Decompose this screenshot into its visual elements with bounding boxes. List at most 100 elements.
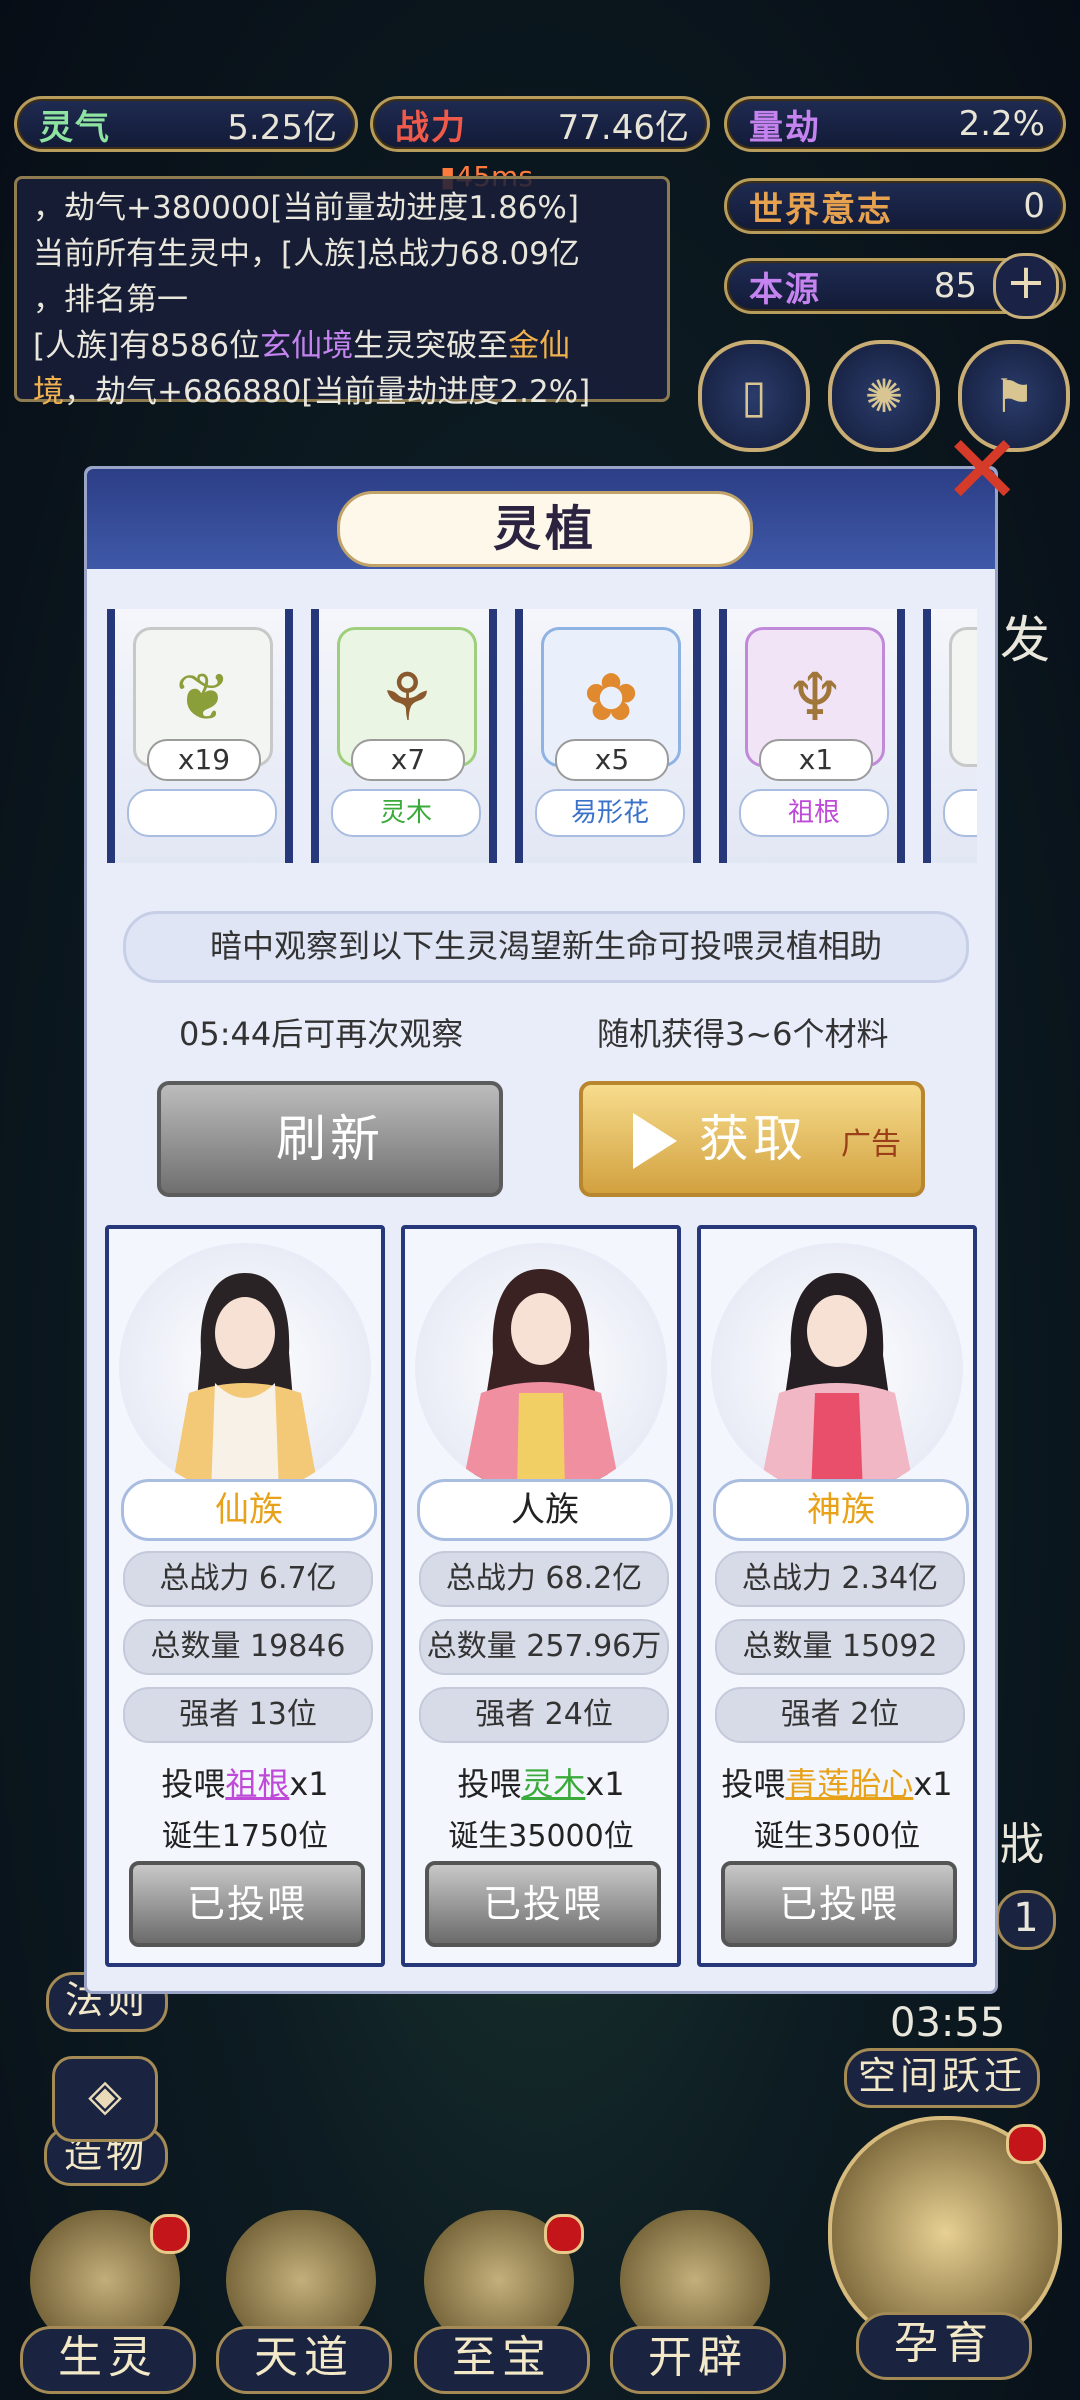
- get-ad-button[interactable]: 获取 广告: [579, 1081, 925, 1197]
- log-highlight: 境: [33, 374, 64, 410]
- plant-name: 灵木: [331, 789, 481, 837]
- log-text: [人族]有8586位: [33, 328, 261, 364]
- born-count: 诞生35000位: [448, 1819, 634, 1854]
- ad-label: 广告: [841, 1127, 901, 1162]
- fed-button[interactable]: 已投喂: [129, 1861, 365, 1947]
- vortex-icon: ✺: [864, 369, 904, 423]
- nav-yunyu-button[interactable]: 孕育: [818, 2116, 1064, 2380]
- race-name: 人族: [417, 1479, 673, 1541]
- zhanli-stat: 战力 77.46亿: [370, 96, 710, 152]
- liangjie-label: 量劫: [749, 107, 821, 148]
- plant-item[interactable]: ❀ 青: [923, 609, 977, 863]
- strong-rank: 强者 2位: [715, 1687, 965, 1743]
- get-label: 获取: [699, 1110, 807, 1168]
- total-count: 总数量 15092: [715, 1619, 965, 1675]
- total-power: 总战力 68.2亿: [419, 1551, 669, 1607]
- zao-wu-icon: ◈: [52, 2056, 158, 2142]
- benyuan-value: 85: [933, 266, 977, 306]
- liangjie-value: 2.2%: [958, 104, 1045, 144]
- observe-notice: 暗中观察到以下生灵渴望新生命可投喂灵植相助: [123, 911, 969, 983]
- plant-item[interactable]: ✿ x5 易形花: [515, 609, 701, 863]
- space-jump-button[interactable]: 空间跃迁: [844, 2048, 1040, 2108]
- plant-inventory: ❦ x19 芥草 ⚘ x7 灵木 ✿ x5 易形花 ♆ x1 祖根 ❀ 青: [107, 609, 977, 871]
- log-line: ，排名第一: [33, 282, 188, 318]
- notification-dot: [150, 2214, 190, 2254]
- observe-timer: 05:44后可再次观察: [179, 1015, 464, 1053]
- feed-suffix: x1: [585, 1765, 625, 1803]
- log-line: 境，劫气+686880[当前量劫进度2.2%]: [33, 369, 651, 415]
- feed-info: 投喂祖根x1: [109, 1759, 381, 1805]
- plant-item[interactable]: ♆ x1 祖根: [719, 609, 905, 863]
- log-highlight: 玄仙境: [260, 328, 354, 364]
- feed-suffix: x1: [913, 1765, 953, 1803]
- plant-count: x5: [555, 739, 669, 781]
- nav-shengling-button[interactable]: 生灵: [20, 2210, 196, 2394]
- log-line: 当前所有生灵中，[人族]总战力68.09亿: [33, 236, 580, 272]
- total-power: 总战力 6.7亿: [123, 1551, 373, 1607]
- plant-name: 青: [943, 789, 977, 837]
- strong-rank: 强者 13位: [123, 1687, 373, 1743]
- refresh-button[interactable]: 刷新: [157, 1081, 503, 1197]
- benyuan-stat: 本源 85 +: [724, 253, 1066, 319]
- scroll-icon-button[interactable]: ▯: [698, 340, 810, 452]
- race-card: 仙族 总战力 6.7亿 总数量 19846 强者 13位 投喂祖根x1 诞生17…: [105, 1225, 385, 1967]
- nav-label: 生灵: [20, 2326, 196, 2394]
- plant-name: 易形花: [535, 789, 685, 837]
- renzu-portrait: [415, 1243, 667, 1493]
- lingqi-value: 5.25亿: [227, 107, 337, 148]
- feed-item: 祖根: [225, 1765, 290, 1803]
- feed-suffix: x1: [289, 1765, 329, 1803]
- scroll-icon: ▯: [741, 369, 767, 423]
- race-name: 神族: [713, 1479, 969, 1541]
- plant-count: x19: [147, 739, 261, 781]
- shijie-label: 世界意志: [749, 189, 893, 230]
- notification-dot: [1006, 2124, 1046, 2164]
- lotus-icon: ❀: [949, 627, 977, 767]
- feed-info: 投喂灵木x1: [405, 1759, 677, 1805]
- vortex-icon-button[interactable]: ✺: [828, 340, 940, 452]
- log-line: [人族]有8586位玄仙境生灵突破至金仙: [33, 323, 651, 369]
- nav-zhibao-button[interactable]: 至宝: [414, 2210, 590, 2394]
- total-count: 总数量 19846: [123, 1619, 373, 1675]
- feed-prefix: 投喂: [721, 1765, 786, 1803]
- born-count: 诞生1750位: [161, 1819, 329, 1854]
- close-modal-button[interactable]: ✕: [942, 422, 1022, 518]
- benyuan-label: 本源: [749, 269, 821, 310]
- log-highlight: 金仙: [508, 328, 571, 364]
- total-power: 总战力 2.34亿: [715, 1551, 965, 1607]
- plant-name: 祖根: [739, 789, 889, 837]
- lingqi-label: 灵气: [39, 107, 111, 148]
- zhanli-value: 77.46亿: [557, 107, 689, 148]
- side-partial-label: 发: [1000, 611, 1050, 669]
- plant-count: x7: [351, 739, 465, 781]
- plant-count: x1: [759, 739, 873, 781]
- race-card: 人族 总战力 68.2亿 总数量 257.96万 强者 24位 投喂灵木x1 诞…: [401, 1225, 681, 1967]
- plant-item[interactable]: ⚘ x7 灵木: [311, 609, 497, 863]
- log-line: ，劫气+380000[当前量劫进度1.86%]: [33, 190, 579, 226]
- xianzu-portrait: [119, 1243, 371, 1493]
- close-icon: ✕: [942, 414, 1023, 526]
- race-name: 仙族: [121, 1479, 377, 1541]
- add-benyuan-button[interactable]: +: [993, 253, 1059, 319]
- total-count: 总数量 257.96万: [419, 1619, 669, 1675]
- nav-label: 天道: [216, 2326, 392, 2394]
- space-timer: 03:55: [890, 2000, 1006, 2046]
- log-text: 生灵突破至: [353, 328, 509, 364]
- fed-button[interactable]: 已投喂: [425, 1861, 661, 1947]
- nav-kaipi-button[interactable]: 开辟: [610, 2210, 786, 2394]
- fed-button[interactable]: 已投喂: [721, 1861, 957, 1947]
- zhanli-label: 战力: [395, 107, 467, 148]
- plant-item[interactable]: ❦ x19 芥草: [107, 609, 293, 863]
- notification-dot: [544, 2214, 584, 2254]
- nav-label: 孕育: [856, 2312, 1032, 2380]
- nav-label: 至宝: [414, 2326, 590, 2394]
- nav-tiandao-button[interactable]: 天道: [216, 2210, 392, 2394]
- feed-prefix: 投喂: [457, 1765, 522, 1803]
- shijie-value: 0: [1023, 186, 1045, 226]
- feed-item: 灵木: [521, 1765, 586, 1803]
- lingzhi-modal: 灵植 ❦ x19 芥草 ⚘ x7 灵木 ✿ x5 易形花 ♆ x1 祖根 ❀ 青…: [84, 466, 998, 1994]
- side-partial-label: 戕: [1000, 1819, 1044, 1870]
- nav-label: 开辟: [610, 2326, 786, 2394]
- event-log: ，劫气+380000[当前量劫进度1.86%] 当前所有生灵中，[人族]总战力6…: [14, 176, 670, 410]
- born-count: 诞生3500位: [753, 1819, 921, 1854]
